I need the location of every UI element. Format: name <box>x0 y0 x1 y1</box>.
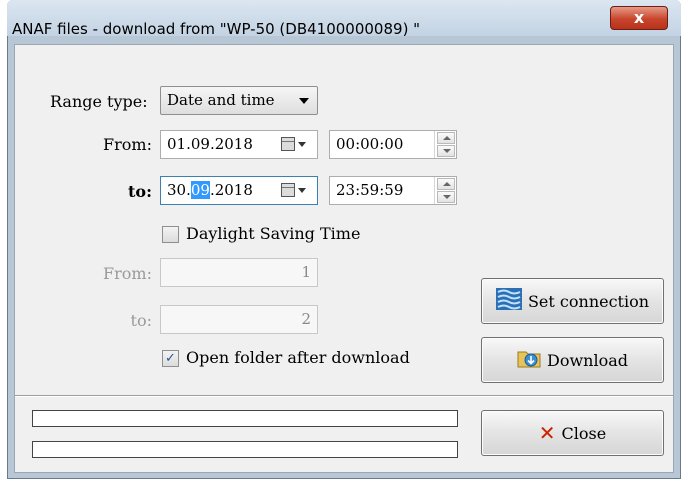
date-to-label: to: <box>128 182 152 201</box>
range-type-dropdown[interactable]: Date and time <box>160 86 318 115</box>
time-to-spinner[interactable] <box>434 177 456 204</box>
window-close-button[interactable]: x <box>610 6 668 30</box>
open-folder-label: Open folder after download <box>186 348 410 367</box>
set-connection-button[interactable]: Set connection <box>481 278 664 324</box>
separator-line <box>15 396 673 397</box>
close-label: Close <box>561 423 607 443</box>
chevron-down-icon <box>299 98 309 104</box>
calendar-dropdown-button[interactable] <box>281 136 311 154</box>
download-button[interactable]: Download <box>481 337 664 383</box>
window-title: ANAF files - download from "WP-50 (DB410… <box>12 20 421 38</box>
open-folder-checkbox[interactable]: ✓ <box>162 350 179 367</box>
spin-up-icon[interactable] <box>437 132 455 144</box>
date-from-field[interactable]: 01.09.2018 <box>160 130 318 159</box>
date-to-suffix: .2018 <box>209 181 253 199</box>
close-button[interactable]: ✕ Close <box>481 410 664 456</box>
chevron-down-icon <box>298 142 306 147</box>
spin-down-icon[interactable] <box>437 191 455 203</box>
number-to-label: to: <box>130 311 152 330</box>
time-to-value: 23:59:59 <box>336 181 404 199</box>
close-icon: x <box>633 8 645 27</box>
range-type-label: Range type: <box>50 92 148 111</box>
progress-bar-primary <box>32 410 458 427</box>
folder-download-icon <box>517 348 541 372</box>
date-to-selected-segment: 09 <box>190 181 210 199</box>
set-connection-label: Set connection <box>527 291 650 311</box>
daylight-saving-label: Daylight Saving Time <box>186 224 361 243</box>
daylight-saving-checkbox[interactable] <box>162 226 179 243</box>
number-from-label: From: <box>103 264 152 283</box>
spin-down-icon[interactable] <box>437 145 455 157</box>
number-from-field[interactable]: 1 <box>160 258 318 287</box>
number-from-value: 1 <box>301 263 311 281</box>
calendar-icon <box>281 183 295 197</box>
time-from-spinner[interactable] <box>434 131 456 158</box>
progress-bar-secondary <box>32 441 458 458</box>
date-to-prefix: 30. <box>167 181 191 199</box>
checkmark-icon: ✓ <box>165 351 176 366</box>
date-from-value: 01.09.2018 <box>167 135 253 153</box>
network-connection-icon <box>495 288 522 314</box>
time-to-field[interactable]: 23:59:59 <box>329 176 457 205</box>
number-to-field[interactable]: 2 <box>160 305 318 334</box>
number-to-value: 2 <box>301 310 311 328</box>
date-to-field[interactable]: 30.09.2018 <box>160 176 318 205</box>
calendar-dropdown-button[interactable] <box>281 182 311 200</box>
close-x-icon: ✕ <box>538 421 556 445</box>
calendar-icon <box>281 137 295 151</box>
download-label: Download <box>547 350 628 370</box>
range-type-value: Date and time <box>167 91 275 109</box>
spin-up-icon[interactable] <box>437 178 455 190</box>
date-from-label: From: <box>103 135 152 154</box>
time-from-field[interactable]: 00:00:00 <box>329 130 457 159</box>
chevron-down-icon <box>298 188 306 193</box>
time-from-value: 00:00:00 <box>336 135 404 153</box>
